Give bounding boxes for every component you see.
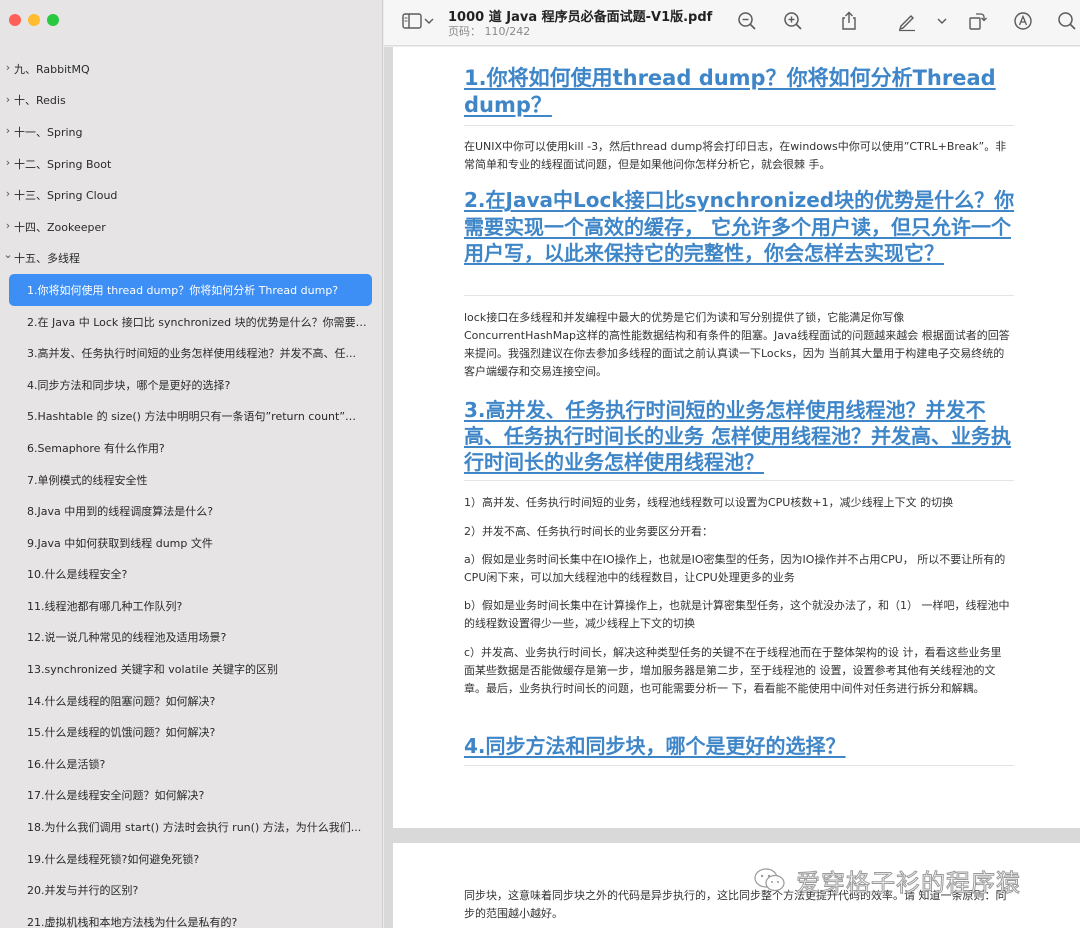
answer-paragraph-1: 在UNIX中你可以使用kill -3，然后thread dump将会打印日志，在… [464, 140, 1007, 171]
toc-item-label: 3.高并发、任务执行时间短的业务怎样使用线程池？并发不高、任... [27, 347, 356, 361]
question-heading-3[interactable]: 3.高并发、任务执行时间短的业务怎样使用线程池？并发不高、任务执行时间长的业务 … [464, 397, 1019, 475]
table-of-contents: › 九、RabbitMQ › 十、Redis › 十一、Spring › 十二、Spring … [0, 53, 383, 928]
toc-item[interactable]: 16.什么是活锁? [0, 748, 382, 780]
toc-item[interactable]: 14.什么是线程的阻塞问题？如何解决? [0, 685, 382, 717]
close-window-button[interactable] [9, 14, 21, 26]
toc-item-label: 2.在 Java 中 Lock 接口比 synchronized 块的优势是什么… [27, 315, 383, 329]
question-heading-2[interactable]: 2.在Java中Lock接口比synchronized块的优势是什么？你需要实现… [464, 187, 1019, 267]
toc-item-selected[interactable]: 1.你将如何使用 thread dump？你将如何分析 Thread dump? [9, 274, 372, 306]
toc-section-item[interactable]: › 十三、Spring Cloud [0, 179, 382, 211]
question-heading-1[interactable]: 1.你将如何使用thread dump？你将如何分析Thread dump？ [464, 65, 1019, 119]
toc-section-label: 九、RabbitMQ [14, 62, 90, 76]
toc-item-label: 14.什么是线程的阻塞问题？如何解决? [27, 694, 216, 708]
chevron-down-icon[interactable]: ⌄ [3, 248, 13, 261]
answer-paragraph-2: lock接口在多线程和并发编程中最大的优势是它们为读和写分别提供了锁，它能满足你… [464, 311, 1010, 378]
sidebar: › 九、RabbitMQ › 十、Redis › 十一、Spring › 十二、Spring … [0, 0, 383, 928]
toc-item-label: 10.什么是线程安全? [27, 568, 128, 582]
answer-line-1: 1）高并发、任务执行时间短的业务，线程池线程数可以设置为CPU核数+1，减少线程… [464, 496, 954, 509]
minimize-window-button[interactable] [28, 14, 40, 26]
toc-item[interactable]: 7.单例模式的线程安全性 [0, 464, 382, 496]
chevron-right-icon[interactable]: › [3, 188, 13, 200]
answer-case-c: c）并发高、业务执行时间长，解决这种类型任务的关键不在于线程池而在于整体架构的设… [464, 646, 1002, 695]
chevron-right-icon[interactable]: › [3, 219, 13, 232]
toc-item-label: 16.什么是活锁? [27, 757, 106, 771]
toc-item[interactable]: 8.Java 中用到的线程调度算法是什么? [0, 495, 382, 527]
toc-item-label: 18.为什么我们调用 start() 方法时会执行 run() 方法，为什么我们… [27, 821, 362, 835]
markup-pen-icon[interactable] [896, 10, 918, 32]
divider [464, 480, 1014, 481]
toc-item-label: 9.Java 中如何获取到线程 dump 文件 [27, 536, 213, 550]
chevron-right-icon[interactable]: › [3, 156, 13, 169]
toc-item[interactable]: 10.什么是线程安全? [0, 559, 382, 591]
toc-item[interactable]: 19.什么是线程死锁?如何避免死锁? [0, 843, 382, 875]
toc-item[interactable]: 9.Java 中如何获取到线程 dump 文件 [0, 527, 382, 559]
toc-item-label: 13.synchronized 关键字和 volatile 关键字的区别 [27, 663, 279, 677]
toc-item-label: 6.Semaphore 有什么作用? [27, 441, 165, 455]
chevron-down-icon[interactable] [935, 10, 949, 32]
watermark: 爱穿格子衫的程序猿 [752, 860, 1062, 900]
toc-item[interactable]: 13.synchronized 关键字和 volatile 关键字的区别 [0, 653, 382, 685]
toc-item[interactable]: 17.什么是线程安全问题？如何解决? [0, 780, 382, 812]
toc-item-label: 8.Java 中用到的线程调度算法是什么? [27, 505, 214, 519]
zoom-window-button[interactable] [47, 14, 59, 26]
toc-item[interactable]: 6.Semaphore 有什么作用? [0, 432, 382, 464]
preview-window: › 九、RabbitMQ › 十、Redis › 十一、Spring › 十二、Spring … [0, 0, 1080, 928]
pdf-page: 1.你将如何使用thread dump？你将如何分析Thread dump？ 在… [393, 47, 1080, 828]
toc-item-label: 1.你将如何使用 thread dump？你将如何分析 Thread dump? [27, 283, 339, 297]
toc-item[interactable]: 12.说一说几种常见的线程池及适用场景? [0, 622, 382, 654]
rotate-icon[interactable] [966, 10, 988, 32]
divider [464, 765, 1014, 766]
toc-item[interactable]: 20.并发与并行的区别? [0, 874, 382, 906]
toc-item-label: 17.什么是线程安全问题？如何解决? [27, 789, 205, 803]
toc-section-label: 十三、Spring Cloud [14, 189, 118, 203]
answer-line-2: 2）并发不高、任务执行时间长的业务要区分开看： [464, 525, 713, 538]
toc-section-item[interactable]: › 九、RabbitMQ [0, 53, 382, 85]
toc-item-label: 12.说一说几种常见的线程池及适用场景? [27, 631, 227, 645]
toc-item-label: 5.Hashtable 的 size() 方法中明明只有一条语句”return … [27, 410, 378, 424]
toc-item[interactable]: 5.Hashtable 的 size() 方法中明明只有一条语句”return … [0, 401, 382, 433]
toc-item-label: 21.虚拟机栈和本地方法栈为什么是私有的? [27, 915, 238, 928]
divider [464, 295, 1014, 296]
annotate-icon[interactable] [1012, 10, 1034, 32]
toc-item[interactable]: 3.高并发、任务执行时间短的业务怎样使用线程池？并发不高、任... [0, 337, 382, 369]
toc-item[interactable]: 2.在 Java 中 Lock 接口比 synchronized 块的优势是什么… [0, 306, 383, 338]
toc-section-item[interactable]: › 十二、Spring Boot [0, 148, 382, 180]
answer-case-a: a）假如是业务时间长集中在IO操作上，也就是IO密集型的任务，因为IO操作并不占… [464, 553, 1006, 584]
chevron-down-icon[interactable] [423, 10, 435, 32]
share-icon[interactable] [838, 10, 860, 32]
toc-section-item[interactable]: › 十、Redis [0, 85, 382, 117]
wechat-logo-icon [754, 868, 785, 892]
toc-section-item[interactable]: › 十一、Spring [0, 116, 382, 148]
answer-case-b: b）假如是业务时间长集中在计算操作上，也就是计算密集型任务，这个就没办法了，和（… [464, 599, 1010, 630]
toc-item[interactable]: 18.为什么我们调用 start() 方法时会执行 run() 方法，为什么我们… [0, 811, 382, 843]
toc-item-label: 15.什么是线程的饥饿问题？如何解决? [27, 726, 216, 740]
toc-item[interactable]: 11.线程池都有哪几种工作队列? [0, 590, 382, 622]
sidebar-icon[interactable] [401, 10, 423, 32]
divider [464, 125, 1014, 126]
watermark-text: 爱穿格子衫的程序猿 [796, 868, 1021, 897]
toc-item[interactable]: 4.同步方法和同步块，哪个是更好的选择? [0, 369, 382, 401]
toc-item-label: 4.同步方法和同步块，哪个是更好的选择? [27, 378, 231, 392]
document-viewer[interactable]: 1.你将如何使用thread dump？你将如何分析Thread dump？ 在… [384, 47, 1080, 928]
question-heading-4[interactable]: 4.同步方法和同步块，哪个是更好的选择？ [464, 733, 1019, 759]
toolbar: 1000 道 Java 程序员必备面试题-V1版.pdf 页码： 110/242 [384, 0, 1080, 46]
toc-item-label: 20.并发与并行的区别? [27, 884, 139, 898]
zoom-in-icon[interactable] [782, 10, 804, 32]
page-indicator: 页码： 110/242 [448, 25, 531, 38]
toc-section-item[interactable]: ⌄ 十五、多线程 [0, 243, 382, 275]
toc-section-item[interactable]: › 十四、Zookeeper [0, 211, 382, 243]
toc-item-label: 19.什么是线程死锁?如何避免死锁? [27, 852, 200, 866]
toc-item[interactable]: 15.什么是线程的饥饿问题？如何解决? [0, 716, 382, 748]
chevron-right-icon[interactable]: › [3, 125, 13, 137]
toc-item-label: 7.单例模式的线程安全性 [27, 473, 148, 487]
toc-section-label: 十二、Spring Boot [14, 157, 112, 171]
toc-item[interactable]: 21.虚拟机栈和本地方法栈为什么是私有的? [0, 906, 382, 928]
chevron-right-icon[interactable]: › [3, 93, 13, 106]
zoom-out-icon[interactable] [736, 10, 758, 32]
chevron-right-icon[interactable]: › [3, 62, 13, 74]
toc-item-label: 11.线程池都有哪几种工作队列? [27, 599, 183, 613]
search-icon[interactable] [1056, 10, 1078, 32]
toc-section-label: 十四、Zookeeper [14, 220, 106, 234]
